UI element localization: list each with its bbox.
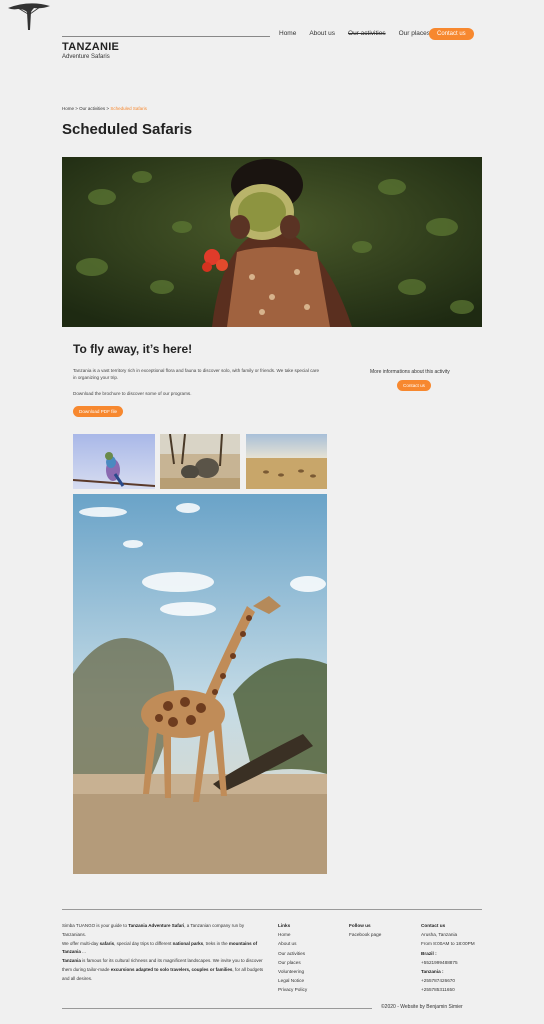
about-text-bold: Tanzania (62, 958, 81, 964)
download-pdf-button[interactable]: Download PDF file (73, 406, 124, 417)
footer-link-about-us[interactable]: About us (278, 939, 307, 948)
thumbnail-gazelles[interactable] (246, 434, 327, 489)
about-text-bold: national parks (172, 940, 204, 946)
about-text-bold: safaris (99, 940, 115, 946)
contact-tanzania-label: Tanzania : (421, 969, 444, 975)
breadcrumb: Home > Our activities > Scheduled Safari… (62, 106, 147, 111)
acacia-tree-icon (8, 3, 50, 30)
contact-tanzania-phone-2[interactable]: +255785311650 (421, 985, 475, 994)
footer-link-our-activities[interactable]: Our activities (278, 949, 307, 958)
footer-links: Links Home About us Our activities Our p… (278, 921, 307, 995)
nav-our-activities[interactable]: Our activities (348, 30, 386, 37)
footer-links-heading: Links (278, 923, 291, 928)
breadcrumb-current: Scheduled Safaris (110, 106, 147, 111)
logo-subtitle: Adventure Safaris (62, 54, 110, 60)
footer-follow-heading: Follow us (349, 923, 371, 928)
footer-follow: Follow us Facebook page (349, 921, 381, 939)
about-text-bold: Tanzania Adventure Safari (128, 923, 185, 928)
footer-link-legal-notice[interactable]: Legal Notice (278, 976, 307, 985)
about-text-bold: excursions adapted to solo travelers, co… (110, 966, 233, 972)
about-text: Simba TUANGO is your guide to (62, 923, 129, 928)
hero-image (62, 157, 482, 327)
footer-divider (62, 909, 482, 910)
footer-contact: Contact us Arusha, Tanzania From 8:00AM … (421, 921, 475, 995)
about-text: ... (80, 949, 86, 955)
contact-tanzania-phone-1[interactable]: +255787426670 (421, 976, 475, 985)
nav-about-us[interactable]: About us (309, 30, 335, 37)
contact-brazil-label: Brazil : (421, 950, 437, 956)
footer-link-our-places[interactable]: Our places (278, 958, 307, 967)
footer-contact-heading: Contact us (421, 923, 446, 928)
contact-address: Arusha, Tanzania (421, 932, 458, 938)
copyright: ©2020 - Website by Benjamin Simier (381, 1004, 463, 1010)
contact-us-secondary-button[interactable]: Contact us (397, 380, 431, 391)
footer-bottom-divider (62, 1008, 372, 1009)
about-text: , special day trips to different (114, 940, 173, 946)
header-divider (62, 36, 270, 37)
footer-link-privacy-policy[interactable]: Privacy Policy (278, 985, 307, 994)
logo-title: TANZANIE (62, 41, 120, 53)
page-title: Scheduled Safaris (62, 121, 193, 138)
about-text: We offer multi-day (62, 940, 100, 946)
giraffe-image (73, 494, 327, 874)
nav-our-places[interactable]: Our places (399, 30, 430, 37)
more-info-label: More informations about this activity (370, 369, 450, 375)
nav-home[interactable]: Home (279, 30, 296, 37)
section-title: To fly away, it’s here! (73, 342, 193, 356)
contact-us-button[interactable]: Contact us (429, 28, 474, 40)
footer-link-home[interactable]: Home (278, 930, 307, 939)
about-text: , treks in the (203, 940, 229, 946)
breadcrumb-section[interactable]: Our activities (79, 106, 105, 111)
contact-hours: From 8:00AM to 18:00PM (421, 941, 475, 947)
facebook-link[interactable]: Facebook page (349, 930, 381, 939)
thumbnail-bird[interactable] (73, 434, 155, 489)
main-nav: Home About us Our activities Our places … (279, 28, 474, 40)
breadcrumb-home[interactable]: Home (62, 106, 74, 111)
contact-brazil-phone[interactable]: +5521999488875 (421, 958, 475, 967)
intro-description: Tanzania is a vast territory rich in exc… (73, 368, 320, 380)
footer-link-volunteering[interactable]: Volunteering (278, 967, 307, 976)
footer-about: Simba TUANGO is your guide to Tanzania A… (62, 922, 267, 984)
thumbnail-elephants[interactable] (160, 434, 240, 489)
brochure-text: Download the brochure to discover some o… (73, 391, 192, 396)
